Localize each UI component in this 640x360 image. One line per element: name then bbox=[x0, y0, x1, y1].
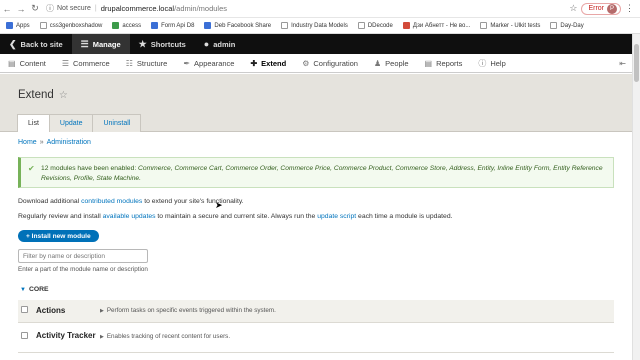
manage-tab[interactable]: ☰ Manage bbox=[71, 34, 130, 54]
bookmark-item[interactable]: access bbox=[112, 22, 141, 29]
user-tab[interactable]: ● admin bbox=[195, 34, 245, 54]
back-arrow-icon[interactable]: ← bbox=[0, 4, 14, 14]
tray-item-content[interactable]: ▤ Content bbox=[0, 54, 54, 73]
forward-arrow-icon[interactable]: → bbox=[14, 4, 28, 14]
puzzle-icon: ✚ bbox=[250, 58, 258, 68]
module-name: Activity Tracker bbox=[36, 331, 96, 340]
tray-item-structure[interactable]: ☷ Structure bbox=[118, 54, 176, 73]
tray-item-extend[interactable]: ✚ Extend bbox=[242, 54, 294, 73]
admin-tray: ▤ Content ☰ Commerce ☷ Structure ✒ Appearanc… bbox=[0, 54, 632, 73]
content-icon: ▤ bbox=[8, 58, 16, 68]
profile-error-button[interactable]: Error P bbox=[581, 2, 621, 15]
core-group-toggle[interactable]: ▼ CORE bbox=[20, 286, 49, 293]
user-icon: ● bbox=[203, 39, 210, 49]
main-content: Home» Administration ✔ 12 modules have be… bbox=[0, 132, 632, 360]
hamburger-icon: ☰ bbox=[80, 38, 89, 49]
tray-item-appearance[interactable]: ✒ Appearance bbox=[175, 54, 242, 73]
module-checkbox[interactable] bbox=[21, 306, 28, 313]
orientation-toggle-icon[interactable]: ⇤ bbox=[619, 59, 632, 68]
bookmark-star-icon[interactable]: ☆ bbox=[569, 3, 577, 14]
doc-icon bbox=[550, 22, 558, 29]
bookmark-item[interactable]: Deb Facebook Share bbox=[204, 22, 271, 29]
facebook-icon bbox=[204, 22, 212, 29]
status-message: ✔ 12 modules have been enabled: Commerce… bbox=[18, 157, 614, 188]
breadcrumb: Home» Administration bbox=[18, 139, 91, 146]
bookmark-item[interactable]: Day-Day bbox=[550, 22, 584, 29]
favorite-star-icon[interactable]: ☆ bbox=[59, 90, 68, 101]
primary-tabs: List Update Uninstall bbox=[17, 114, 142, 133]
mouse-cursor-icon: ➤ bbox=[215, 200, 223, 210]
module-row-activity-tracker: Activity Tracker ▶ Enables tracking of re… bbox=[18, 327, 614, 353]
tray-item-configuration[interactable]: ⚙ Configuration bbox=[294, 54, 366, 73]
reports-icon: ▤ bbox=[424, 58, 433, 68]
help-icon: ⓘ bbox=[478, 58, 487, 68]
apps-icon bbox=[6, 22, 13, 29]
tab-uninstall[interactable]: Uninstall bbox=[92, 114, 142, 132]
back-circle-icon: ❮ bbox=[9, 38, 17, 49]
doc-icon bbox=[39, 22, 47, 29]
back-to-site-link[interactable]: ❮ Back to site bbox=[0, 34, 72, 54]
tray-item-help[interactable]: ⓘ Help bbox=[470, 54, 513, 73]
shortcuts-tab[interactable]: ★ Shortcuts bbox=[130, 34, 195, 54]
browser-toolbar: ← → ↻ ⓘ Not secure | drupalcommerce.loca… bbox=[0, 0, 640, 18]
contributed-modules-link[interactable]: contributed modules bbox=[81, 198, 142, 205]
scrollbar-thumb[interactable] bbox=[634, 44, 639, 82]
cart-icon: ☰ bbox=[61, 58, 70, 68]
doc-icon bbox=[357, 22, 365, 29]
doc-icon bbox=[480, 22, 488, 29]
triangle-right-icon: ▶ bbox=[100, 333, 104, 340]
avatar: P bbox=[607, 3, 617, 14]
doc-icon bbox=[281, 22, 289, 29]
page-scrollbar[interactable] bbox=[632, 34, 640, 360]
brush-icon: ✒ bbox=[183, 58, 191, 68]
bookmark-item[interactable]: DDecode bbox=[357, 22, 393, 29]
bookmarks-bar: Apps css3genboxshadow access Form Api D8… bbox=[0, 18, 640, 34]
info-icon[interactable]: ⓘ bbox=[46, 3, 54, 14]
doc-icon bbox=[151, 22, 159, 29]
filter-description: Enter a part of the module name or descr… bbox=[18, 266, 148, 273]
module-checkbox[interactable] bbox=[21, 332, 28, 339]
intro-download: Download additional contributed modules … bbox=[18, 198, 244, 205]
bookmark-item[interactable]: Marker - Ulkit tests bbox=[480, 22, 540, 29]
tab-list[interactable]: List bbox=[17, 114, 50, 133]
intro-updates: Regularly review and install available u… bbox=[18, 213, 453, 220]
tray-item-commerce[interactable]: ☰ Commerce bbox=[54, 54, 118, 73]
page-title: Extend ☆ bbox=[18, 89, 68, 101]
page-header: Extend ☆ List Update Uninstall bbox=[0, 74, 632, 133]
breadcrumb-home[interactable]: Home bbox=[18, 139, 37, 146]
reload-icon[interactable]: ↻ bbox=[28, 3, 42, 14]
bookmark-item[interactable]: Form Api D8 bbox=[151, 22, 194, 29]
tray-item-reports[interactable]: ▤ Reports bbox=[417, 54, 471, 73]
book-icon bbox=[402, 22, 410, 29]
bookmark-item[interactable]: Industry Data Models bbox=[281, 22, 348, 29]
security-label: Not secure bbox=[57, 5, 91, 12]
bookmark-apps[interactable]: Apps bbox=[6, 22, 30, 29]
star-icon: ★ bbox=[138, 38, 147, 49]
module-description-toggle[interactable]: ▶ Enables tracking of recent content for … bbox=[100, 333, 230, 340]
triangle-right-icon: ▶ bbox=[100, 307, 104, 314]
tray-item-people[interactable]: ♟ People bbox=[366, 54, 417, 73]
url-text[interactable]: drupalcommerce.local/admin/modules bbox=[101, 4, 227, 13]
bookmark-item[interactable]: css3genboxshadow bbox=[39, 22, 102, 29]
module-name: Actions bbox=[36, 306, 66, 315]
people-icon: ♟ bbox=[373, 58, 382, 68]
triangle-down-icon: ▼ bbox=[20, 286, 26, 293]
update-script-link[interactable]: update script bbox=[317, 213, 356, 220]
module-description-toggle[interactable]: ▶ Perform tasks on specific events trigge… bbox=[100, 307, 276, 314]
menu-icon[interactable]: ⋮ bbox=[625, 3, 634, 14]
check-icon: ✔ bbox=[28, 164, 35, 173]
install-new-module-button[interactable]: + Install new module bbox=[18, 230, 99, 242]
structure-icon: ☷ bbox=[125, 58, 133, 68]
bookmark-item[interactable]: Дзи Абнетт - Не во... bbox=[402, 22, 470, 29]
module-row-actions: Actions ▶ Perform tasks on specific event… bbox=[18, 300, 614, 323]
available-updates-link[interactable]: available updates bbox=[103, 213, 156, 220]
wrench-icon: ⚙ bbox=[302, 58, 310, 68]
breadcrumb-administration[interactable]: Administration bbox=[47, 139, 91, 146]
doc-icon bbox=[112, 22, 120, 29]
admin-toolbar: ❮ Back to site ☰ Manage ★ Shortcuts ● admin bbox=[0, 34, 632, 54]
address-bar[interactable]: ⓘ Not secure | drupalcommerce.local/admi… bbox=[46, 2, 566, 16]
tab-update[interactable]: Update bbox=[48, 114, 94, 132]
module-filter-input[interactable] bbox=[18, 249, 148, 263]
